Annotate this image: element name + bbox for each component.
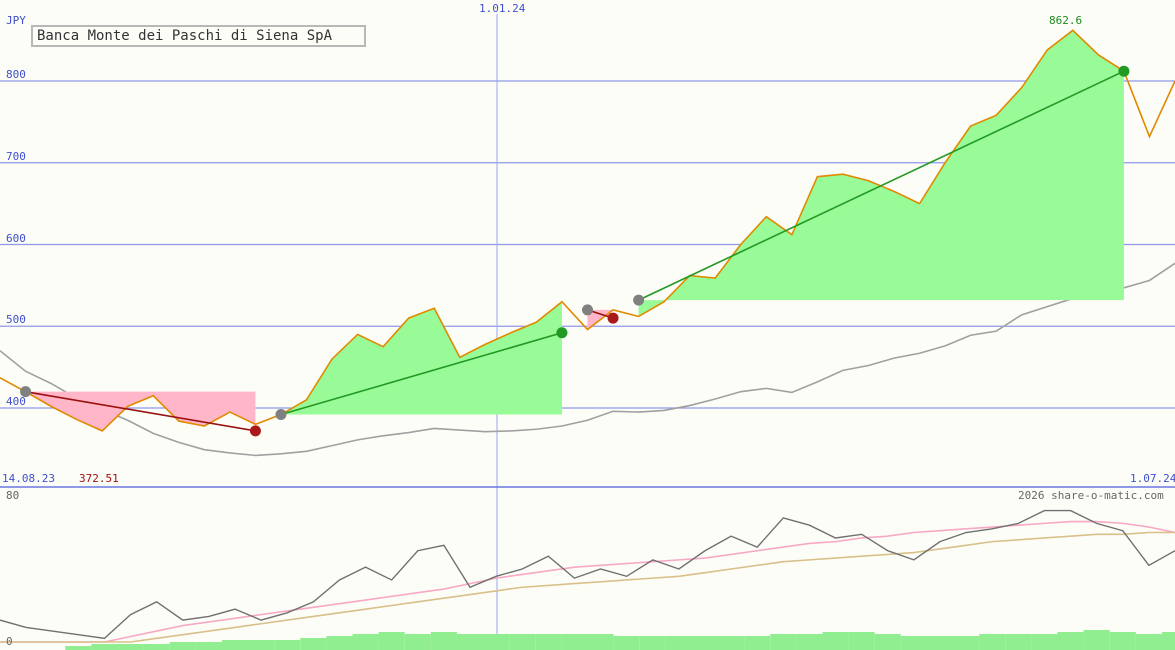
volume-bar [143,644,170,650]
y-tick-label-700: 700 [6,149,26,163]
volume-bar [483,634,510,650]
copyright-label: 2026 share-o-matic.com [1018,489,1164,502]
trade-entry-marker-3 [582,304,593,316]
y-tick-label-500: 500 [6,313,26,327]
date-label-mid: 1.01.24 [479,2,526,15]
volume-bar [352,634,379,650]
volume-bar [1005,634,1032,650]
chart-title: Banca Monte dei Paschi di Siena SpA [31,25,366,47]
volume-bar [65,646,92,650]
volume-bar [665,636,692,650]
volume-bar [926,636,954,650]
volume-bar [770,634,797,650]
trade-exit-marker-3 [607,312,619,324]
lower-panel [0,509,1175,650]
volume-bar [979,634,1006,650]
trade-fills-layer [25,30,1124,431]
low-value-label: 372.51 [79,472,119,485]
high-value-label: 862.6 [1049,14,1083,27]
currency-label: JPY [6,14,26,27]
volume-bar [456,634,484,650]
trade-exit-marker-1 [249,425,261,437]
volume-bar [744,636,771,650]
volume-bar [91,644,118,650]
signal-line-pink [0,520,1175,643]
volume-bar [718,636,745,650]
volume-bar [404,634,431,650]
trade-fill-2 [280,301,562,415]
volume-bar [1109,632,1136,650]
volume-bar [430,632,457,650]
volume-bar [848,632,875,650]
date-label-end: 1.07.24 [1130,472,1175,485]
volume-bar [1161,632,1175,650]
volume-bar [378,632,405,650]
volume-bar [874,634,901,650]
momentum-line [0,509,1175,640]
volume-bar [900,636,927,650]
trade-entry-marker-4 [633,294,645,306]
volume-bar [221,640,249,650]
lower-tick-label-0: 0 [6,635,13,648]
volume-bar [1135,634,1162,650]
volume-bar [639,636,666,650]
volume-bar [117,644,144,650]
volume-bar [561,634,588,650]
volume-bar [822,632,849,650]
signal-line-tan [0,531,1175,643]
volume-bar [274,640,301,650]
volume-bar [587,634,614,650]
trade-exit-marker-4 [1118,65,1130,77]
volume-bar [796,634,823,650]
trade-exit-marker-2 [556,327,568,339]
trade-fill-4 [638,30,1124,317]
volume-bar [1083,630,1110,650]
volume-bar [169,642,196,650]
volume-bar [535,634,562,650]
volume-bar [248,640,275,650]
volume-bar [326,636,353,650]
volume-bar [195,642,222,650]
volume-bar [613,636,640,650]
volume-bar [300,638,327,650]
y-tick-label-400: 400 [6,395,26,408]
trade-entry-marker-2 [275,409,287,421]
volume-bar [953,636,980,650]
y-tick-label-800: 800 [6,68,26,81]
volume-bar [1057,632,1084,650]
volume-bar [1031,634,1058,650]
y-tick-label-600: 600 [6,231,26,245]
volume-bar [509,634,536,650]
date-label-start: 14.08.23 [2,472,55,485]
volume-bar [691,636,719,650]
lower-tick-label-80: 80 [6,489,20,502]
stock-chart [0,14,1175,650]
